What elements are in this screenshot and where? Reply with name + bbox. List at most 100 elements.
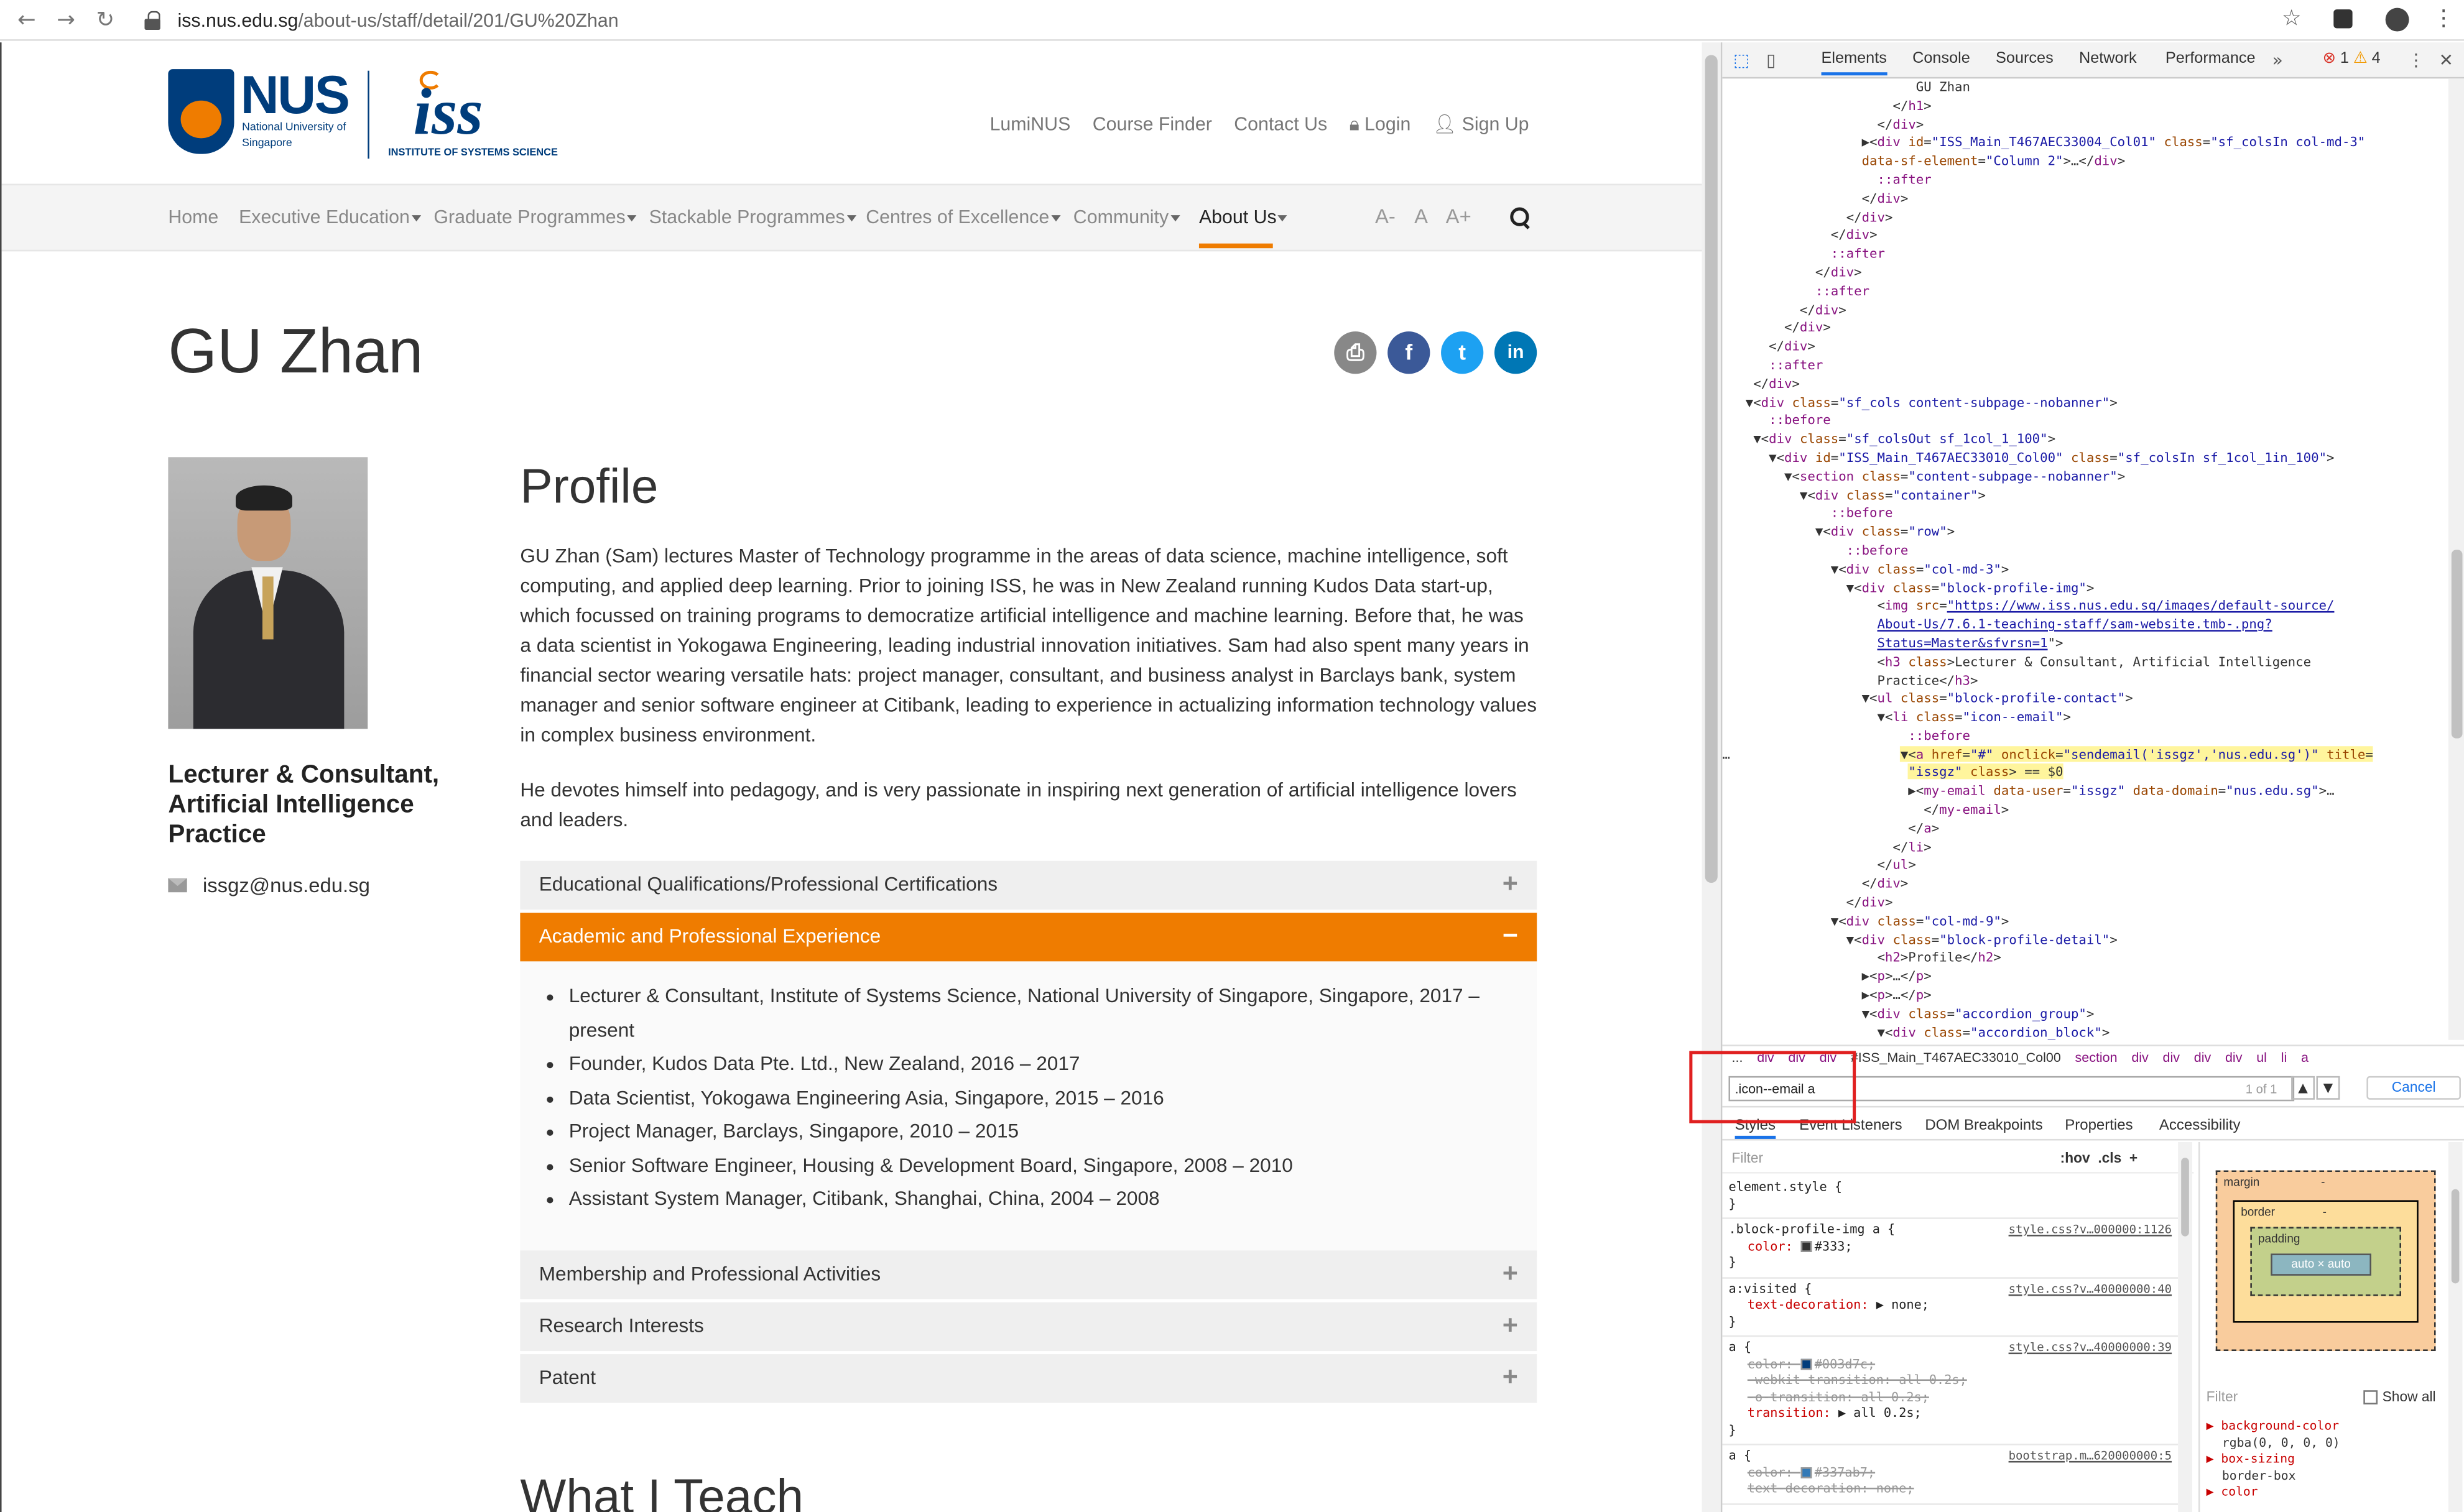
print-icon[interactable]: ⎙ xyxy=(1334,331,1377,374)
plus-icon: + xyxy=(1502,869,1518,899)
profile-paragraph-1: GU Zhan (Sam) lectures Master of Technol… xyxy=(520,545,1537,747)
profile-photo xyxy=(168,457,368,729)
breadcrumb-item[interactable]: ul xyxy=(2256,1049,2267,1065)
computed-scrollbar[interactable] xyxy=(2448,1141,2463,1512)
teach-heading: What I Teach xyxy=(520,1468,804,1512)
prev-match-button[interactable]: ▲ xyxy=(2291,1076,2315,1100)
nav-centres-of-excellence[interactable]: Centres of Excellence xyxy=(866,206,1060,228)
font-normal-button[interactable]: A xyxy=(1414,204,1428,228)
nav-executive-education[interactable]: Executive Education xyxy=(239,206,421,228)
iss-wordmark: iss xyxy=(413,76,483,150)
iss-logo[interactable]: iss INSTITUTE OF SYSTEMS SCIENCE xyxy=(387,69,575,164)
tab-properties[interactable]: Properties xyxy=(2065,1117,2133,1135)
nus-wordmark: NUS xyxy=(240,66,350,126)
tab-sources[interactable]: Sources xyxy=(1996,50,2054,68)
extension-icon[interactable] xyxy=(2333,9,2353,29)
cancel-search-button[interactable]: Cancel xyxy=(2366,1076,2461,1100)
font-increase-button[interactable]: A+ xyxy=(1446,204,1471,228)
breadcrumb-item[interactable]: div xyxy=(2131,1049,2148,1065)
search-icon[interactable] xyxy=(1510,207,1529,226)
experience-item: Data Scientist, Yokogawa Engineering Asi… xyxy=(569,1082,1512,1115)
facebook-icon[interactable]: f xyxy=(1387,331,1430,374)
browser-toolbar: ← → ↻ iss.nus.edu.sg/about-us/staff/deta… xyxy=(0,0,2464,41)
font-decrease-button[interactable]: A- xyxy=(1375,204,1396,228)
next-match-button[interactable]: ▼ xyxy=(2316,1076,2340,1100)
computed-filter-input[interactable]: Filter xyxy=(2207,1389,2238,1404)
box-model-content: auto × auto xyxy=(2271,1253,2371,1276)
reload-icon[interactable]: ↻ xyxy=(91,6,119,34)
styles-scrollbar[interactable] xyxy=(2178,1141,2192,1512)
styles-pane: Filter :hov .cls + element.style {} styl… xyxy=(1722,1142,2194,1512)
nus-logo[interactable]: NUS National University of Singapore xyxy=(168,66,356,160)
tab-performance[interactable]: Performance xyxy=(2165,50,2256,68)
devtools-tabbar: ⬚ ▯ Elements Console Sources Network Per… xyxy=(1722,42,2464,79)
computed-property[interactable]: ▶ color xyxy=(2207,1485,2458,1501)
breadcrumb-item[interactable]: div xyxy=(2225,1049,2242,1065)
hov-toggle[interactable]: :hov .cls + xyxy=(2060,1150,2138,1167)
show-all-checkbox[interactable]: Show all xyxy=(2363,1389,2436,1405)
styles-filter-input[interactable]: Filter xyxy=(1732,1150,1764,1167)
link-course-finder[interactable]: Course Finder xyxy=(1093,113,1212,137)
more-tabs-icon[interactable]: » xyxy=(2272,50,2283,71)
nus-crest-icon xyxy=(168,69,234,154)
dom-scrollbar[interactable] xyxy=(2448,78,2464,1040)
experience-item: Founder, Kudos Data Pte. Ltd., New Zeala… xyxy=(569,1048,1512,1081)
nav-graduate-programmes[interactable]: Graduate Programmes xyxy=(433,206,637,228)
tab-dom-breakpoints[interactable]: DOM Breakpoints xyxy=(1925,1117,2042,1135)
accordion-experience[interactable]: Academic and Professional Experience − xyxy=(520,913,1537,962)
tab-console[interactable]: Console xyxy=(1912,50,1970,68)
link-login[interactable]: 🔒︎ Login xyxy=(1350,113,1411,137)
box-model-pane: margin - border - padding auto × auto Fi… xyxy=(2198,1141,2464,1512)
iss-subtitle: INSTITUTE OF SYSTEMS SCIENCE xyxy=(388,147,558,159)
main-nav: Home Executive Education Graduate Progra… xyxy=(1,183,1702,252)
accordion-patent[interactable]: Patent + xyxy=(520,1354,1537,1403)
devtools-menu-icon[interactable]: ⋮ xyxy=(2407,50,2425,71)
tab-accessibility[interactable]: Accessibility xyxy=(2159,1117,2241,1135)
nav-about-us[interactable]: About Us xyxy=(1199,206,1288,228)
lock-icon xyxy=(144,11,160,30)
device-toolbar-icon[interactable]: ▯ xyxy=(1766,50,1776,71)
tab-elements[interactable]: Elements xyxy=(1821,50,1887,76)
computed-property[interactable]: ▶ background-color xyxy=(2207,1419,2458,1436)
breadcrumb-item[interactable]: section xyxy=(2075,1049,2118,1065)
accordion-qualifications[interactable]: Educational Qualifications/Professional … xyxy=(520,860,1537,910)
profile-heading: Profile xyxy=(520,458,659,514)
page-scrollbar[interactable] xyxy=(1702,42,1721,1512)
computed-property[interactable]: ▶ box-sizing xyxy=(2207,1452,2458,1468)
experience-item: Project Manager, Barclays, Singapore, 20… xyxy=(569,1115,1512,1149)
tab-network[interactable]: Network xyxy=(2079,50,2137,68)
nav-stackable-programmes[interactable]: Stackable Programmes xyxy=(649,206,856,228)
nav-home[interactable]: Home xyxy=(168,206,218,228)
envelope-icon xyxy=(168,878,187,893)
breadcrumb-item[interactable]: div xyxy=(2194,1049,2211,1065)
experience-item: Lecturer & Consultant, Institute of Syst… xyxy=(569,980,1512,1048)
inspect-element-icon[interactable]: ⬚ xyxy=(1733,50,1749,71)
back-icon[interactable]: ← xyxy=(12,6,40,34)
css-rules[interactable]: element.style {} style.css?v…000000:1126… xyxy=(1722,1177,2179,1505)
accordion-research[interactable]: Research Interests + xyxy=(520,1302,1537,1352)
menu-icon[interactable]: ⋮ xyxy=(2432,6,2454,31)
link-luminus[interactable]: LumiNUS xyxy=(990,113,1071,137)
dom-tree[interactable]: GU Zhan </h1> </div> ▶<div id="ISS_Main_… xyxy=(1722,78,2448,1040)
link-contact-us[interactable]: Contact Us xyxy=(1234,113,1327,137)
profile-avatar[interactable] xyxy=(2385,7,2409,32)
breadcrumb-item[interactable]: li xyxy=(2281,1049,2287,1065)
breadcrumb-item[interactable]: #ISS_Main_T467AEC33010_Col00 xyxy=(1851,1049,2061,1065)
experience-list-panel: Lecturer & Consultant, Institute of Syst… xyxy=(520,961,1537,1257)
breadcrumb-item[interactable]: a xyxy=(2301,1049,2309,1065)
address-bar[interactable]: iss.nus.edu.sg/about-us/staff/detail/201… xyxy=(144,5,2313,37)
close-devtools-icon[interactable]: ✕ xyxy=(2439,50,2453,71)
profile-email[interactable]: issgz@nus.edu.sg xyxy=(168,874,370,897)
twitter-icon[interactable]: t xyxy=(1441,331,1484,374)
plus-icon: + xyxy=(1502,1310,1518,1340)
computed-value: rgba(0, 0, 0, 0) xyxy=(2221,1435,2340,1449)
linkedin-icon[interactable]: in xyxy=(1494,331,1537,374)
bookmark-star-icon[interactable]: ☆ xyxy=(2282,6,2302,31)
accordion-membership[interactable]: Membership and Professional Activities + xyxy=(520,1250,1537,1299)
forward-icon[interactable]: → xyxy=(52,6,80,34)
error-count-badge[interactable]: ⊗ 1 ⚠ 4 xyxy=(2323,50,2381,68)
box-model-padding: padding auto × auto xyxy=(2250,1227,2401,1296)
link-sign-up[interactable]: 👤︎ Sign Up xyxy=(1433,113,1529,137)
breadcrumb-item[interactable]: div xyxy=(2163,1049,2180,1065)
nav-community[interactable]: Community xyxy=(1073,206,1180,228)
